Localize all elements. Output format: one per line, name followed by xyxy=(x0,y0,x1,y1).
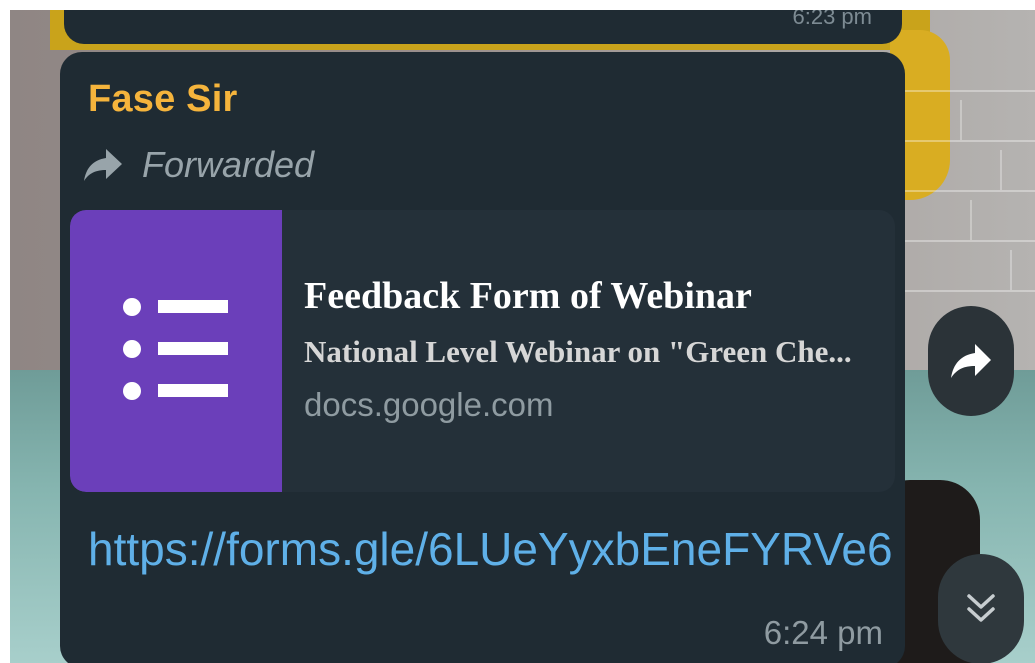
forwarded-arrow-icon xyxy=(84,149,122,181)
forwarded-label: Forwarded xyxy=(142,144,315,185)
forward-message-button[interactable] xyxy=(928,306,1014,416)
forwarded-label-row: Forwarded xyxy=(82,144,314,186)
message-time: 6:24 pm xyxy=(763,614,883,651)
previous-message-bubble[interactable]: 6:23 pm xyxy=(64,10,902,44)
wallpaper-brick xyxy=(895,290,1035,292)
google-forms-thumbnail xyxy=(70,210,282,492)
wallpaper-brick xyxy=(960,100,962,140)
wallpaper-brick xyxy=(1010,250,1012,290)
message-bubble[interactable]: Fase Sir Forwarded Feedback Form of Webi… xyxy=(60,52,905,663)
link-preview-title: Feedback Form of Webinar xyxy=(304,275,752,317)
wallpaper-brick xyxy=(970,200,972,240)
link-preview-domain: docs.google.com xyxy=(304,386,554,423)
link-preview-description: National Level Webinar on "Green Che... xyxy=(304,334,852,369)
scroll-down-button[interactable] xyxy=(938,554,1024,663)
link-preview-card[interactable]: Feedback Form of Webinar National Level … xyxy=(70,210,895,492)
wallpaper-brick xyxy=(895,90,1035,92)
previous-message-time: 6:23 pm xyxy=(792,10,873,29)
wallpaper-brick xyxy=(1000,150,1002,190)
chevron-double-down-icon xyxy=(967,594,995,622)
wallpaper-brick xyxy=(895,190,1035,192)
message-link[interactable]: https://forms.gle/6LUeYyxbEneFYRVe6 xyxy=(88,522,893,576)
chat-wallpaper: 6:23 pm Fase Sir Forwarded Feedback Form… xyxy=(10,10,1035,663)
wallpaper-brick xyxy=(895,240,1035,242)
sender-name[interactable]: Fase Sir xyxy=(88,78,237,121)
google-forms-list-icon xyxy=(123,298,228,400)
wallpaper-brick xyxy=(895,140,1035,142)
share-forward-icon xyxy=(951,344,991,378)
